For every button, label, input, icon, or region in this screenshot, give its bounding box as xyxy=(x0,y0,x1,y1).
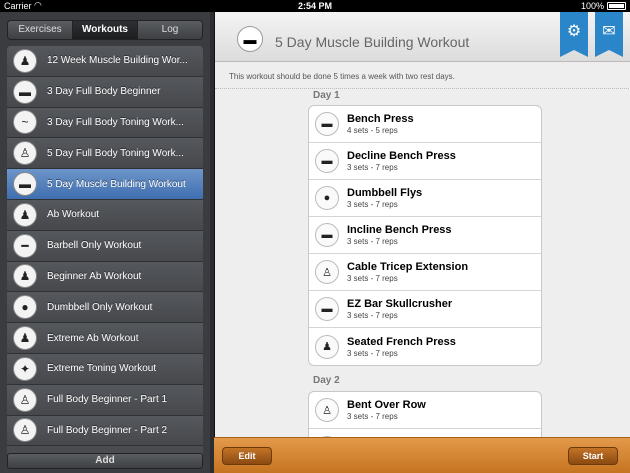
list-item-label: Extreme Toning Workout xyxy=(47,363,157,375)
gear-icon[interactable]: ⚙ xyxy=(560,12,588,57)
tab-log[interactable]: Log xyxy=(138,21,202,39)
list-item-label: Full Body Beginner - Part 2 xyxy=(47,424,168,436)
list-item[interactable]: ♟ Ab Workout xyxy=(7,199,203,231)
list-item[interactable]: ● Dumbbell Only Workout xyxy=(7,292,203,324)
exercise-name: Cable Tricep Extension xyxy=(347,261,469,273)
battery-icon xyxy=(607,2,626,10)
list-item[interactable]: ♙ Full Body Beginner - Part 2 xyxy=(7,415,203,447)
detail-header: ▬ 5 Day Muscle Building Workout ⚙ ✉ xyxy=(215,12,630,62)
list-item[interactable]: ♟ Extreme Ab Workout xyxy=(7,323,203,354)
bench-icon: ▬ xyxy=(315,149,339,173)
exercise-name: Incline Bench Press xyxy=(347,224,452,236)
exercise-row[interactable]: ♙ Cable Tricep Extension 3 sets - 7 reps xyxy=(309,254,541,291)
list-item[interactable]: ━ Barbell Only Workout xyxy=(7,230,203,262)
edit-button[interactable]: Edit xyxy=(222,447,272,465)
exercise-row[interactable]: ● Dumbbell Flys 3 sets - 7 reps xyxy=(309,180,541,217)
add-button[interactable]: Add xyxy=(7,453,203,469)
exercise-row[interactable]: ♙ Bent Over Row 3 sets - 7 reps xyxy=(309,392,541,429)
exercise-name: Dumbbell Flys xyxy=(347,187,423,199)
list-item[interactable]: ~ 3 Day Full Body Toning Work... xyxy=(7,107,203,139)
exercise-row[interactable]: ▬ Decline Bench Press 3 sets - 7 reps xyxy=(309,143,541,180)
standing-icon: ♙ xyxy=(13,141,37,166)
ab-icon: ♟ xyxy=(13,264,37,289)
bench-icon: ▬ xyxy=(13,172,37,197)
sidebar: Exercises Workouts Log ♟ 12 Week Muscle … xyxy=(0,12,210,473)
list-item[interactable]: ♟ Beginner Ab Workout xyxy=(7,261,203,293)
exercise-name: Decline Bench Press xyxy=(347,150,456,162)
bench-icon: ▬ xyxy=(315,112,339,136)
exercise-sets: 3 sets - 7 reps xyxy=(347,200,398,209)
divider xyxy=(215,88,630,89)
battery-percent: 100% xyxy=(580,1,604,11)
standing-icon: ♙ xyxy=(315,398,339,422)
exercise-row[interactable]: ▬ EZ Bar Skullcrusher 3 sets - 7 reps xyxy=(309,291,541,328)
workout-description: This workout should be done 5 times a we… xyxy=(229,72,455,81)
list-item-label: Extreme Ab Workout xyxy=(47,332,139,344)
list-item-label: Full Body Beginner - Part 1 xyxy=(47,394,168,406)
standing-icon: ♙ xyxy=(315,260,339,284)
workout-list: ♟ 12 Week Muscle Building Wor... ▬ 3 Day… xyxy=(7,46,203,457)
tab-workouts[interactable]: Workouts xyxy=(73,21,138,39)
person-icon: ♟ xyxy=(13,48,37,73)
day-label: Day 1 xyxy=(313,90,340,101)
mail-icon[interactable]: ✉ xyxy=(595,12,623,57)
list-item[interactable]: ▬ 5 Day Muscle Building Workout xyxy=(7,169,203,200)
person-icon: ♙ xyxy=(13,418,37,443)
seated-icon: ♟ xyxy=(315,334,339,359)
bottom-toolbar: Edit Start xyxy=(214,437,630,473)
day-label: Day 2 xyxy=(313,375,340,386)
list-item-label: Barbell Only Workout xyxy=(47,240,142,252)
bench-icon: ▬ xyxy=(315,223,339,247)
list-item-label: 5 Day Full Body Toning Work... xyxy=(47,147,184,159)
exercise-sets: 3 sets - 7 reps xyxy=(347,163,398,172)
exercise-name: Bent Over Row xyxy=(347,399,426,411)
exercise-sets: 3 sets - 7 reps xyxy=(347,412,398,421)
status-bar: Carrier ◠ 2:54 PM 100% xyxy=(0,0,630,12)
exercise-name: Seated French Press xyxy=(347,335,456,348)
exercise-sets: 3 sets - 7 reps xyxy=(347,237,398,246)
clock: 2:54 PM xyxy=(297,1,332,11)
exercise-row[interactable]: ▬ Bench Press 4 sets - 5 reps xyxy=(309,106,541,143)
list-item[interactable]: ▬ 3 Day Full Body Beginner xyxy=(7,76,203,108)
list-item-label: Ab Workout xyxy=(47,209,100,221)
workout-detail: ▬ 5 Day Muscle Building Workout ⚙ ✉ This… xyxy=(214,12,630,473)
exercise-row[interactable]: ▬ Incline Bench Press 3 sets - 7 reps xyxy=(309,217,541,254)
bench-icon: ▬ xyxy=(237,26,263,52)
list-item[interactable]: ♙ 5 Day Full Body Toning Work... xyxy=(7,138,203,170)
page-title: 5 Day Muscle Building Workout xyxy=(275,34,470,50)
exercise-name: EZ Bar Skullcrusher xyxy=(347,298,453,310)
dumbbell-icon: ● xyxy=(315,186,339,210)
list-item[interactable]: ♟ 12 Week Muscle Building Wor... xyxy=(7,46,203,77)
dumbbell-icon: ● xyxy=(13,295,37,320)
list-item-label: Dumbbell Only Workout xyxy=(47,301,153,313)
ab-icon: ♟ xyxy=(13,202,37,227)
list-item-label: 3 Day Full Body Toning Work... xyxy=(47,116,184,128)
list-item-label: 12 Week Muscle Building Wor... xyxy=(47,55,188,67)
list-item[interactable]: ♙ Full Body Beginner - Part 1 xyxy=(7,384,203,416)
list-item-label: 3 Day Full Body Beginner xyxy=(47,86,161,98)
lying-icon: ~ xyxy=(13,110,37,135)
ab-icon: ♟ xyxy=(13,326,37,351)
tab-exercises[interactable]: Exercises xyxy=(8,21,73,39)
exercise-name: Bench Press xyxy=(347,113,414,125)
workout-tabs: Exercises Workouts Log xyxy=(7,20,203,40)
list-item[interactable]: ✦ Extreme Toning Workout xyxy=(7,353,203,385)
bench-icon: ▬ xyxy=(315,297,339,321)
barbell-icon: ━ xyxy=(13,233,37,258)
runner-icon: ✦ xyxy=(13,356,37,381)
exercise-sets: 3 sets - 7 reps xyxy=(347,348,398,358)
exercise-sets: 4 sets - 5 reps xyxy=(347,126,398,135)
bench-icon: ▬ xyxy=(13,79,37,104)
list-item-label: Beginner Ab Workout xyxy=(47,270,142,282)
person-icon: ♙ xyxy=(13,387,37,412)
exercise-sets: 3 sets - 7 reps xyxy=(347,311,398,320)
start-button[interactable]: Start xyxy=(568,447,618,465)
exercise-card: ▬ Bench Press 4 sets - 5 reps ▬ Decline … xyxy=(308,105,542,366)
list-item-label: 5 Day Muscle Building Workout xyxy=(47,178,186,190)
exercise-row[interactable]: ♟ Seated French Press 3 sets - 7 reps xyxy=(309,328,541,365)
exercise-sets: 3 sets - 7 reps xyxy=(347,274,398,283)
